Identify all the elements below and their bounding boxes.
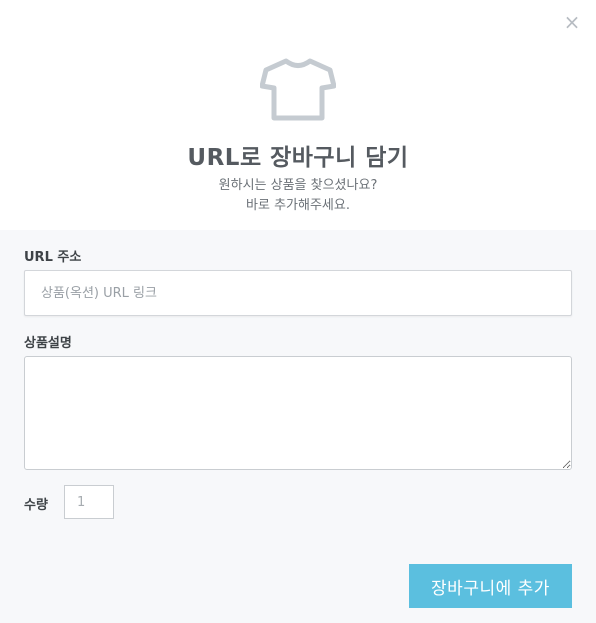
description-field-label: 상품설명 [24,336,72,351]
add-to-cart-by-url-modal: × URL로 장바구니 담기 원하시는 상품을 찾으셨나요? 바로 추가해주세요… [0,0,596,623]
subtitle-line-1: 원하시는 상품을 찾으셨나요? [218,178,378,193]
modal-form: URL 주소 상품설명 수량 장바구니에 추가 [0,230,596,623]
url-field-label: URL 주소 [24,250,82,265]
quantity-field-label: 수량 [24,498,48,513]
modal-header: × URL로 장바구니 담기 원하시는 상품을 찾으셨나요? 바로 추가해주세요… [0,0,596,230]
quantity-input[interactable] [64,485,114,519]
modal-title: URL로 장바구니 담기 [187,145,409,171]
close-icon[interactable]: × [562,12,582,32]
tshirt-icon [260,58,336,121]
url-input[interactable] [24,270,572,316]
modal-subtitle: 원하시는 상품을 찾으셨나요? 바로 추가해주세요. [0,176,596,216]
add-to-cart-button[interactable]: 장바구니에 추가 [409,564,572,608]
subtitle-line-2: 바로 추가해주세요. [246,198,350,213]
description-textarea[interactable] [24,356,572,470]
